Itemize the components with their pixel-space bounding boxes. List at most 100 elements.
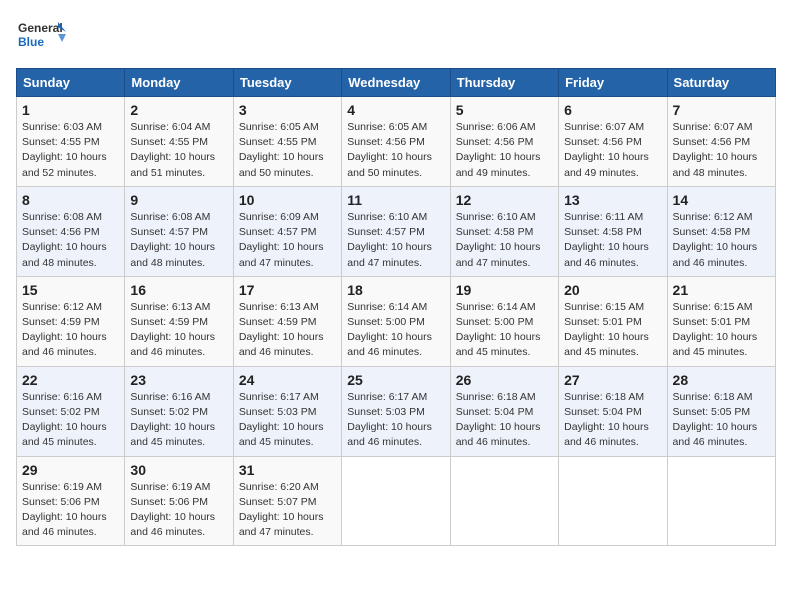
day-detail: Sunrise: 6:12 AMSunset: 4:59 PMDaylight:… <box>22 300 119 361</box>
calendar-cell: 24 Sunrise: 6:17 AMSunset: 5:03 PMDayligh… <box>233 366 341 456</box>
day-detail: Sunrise: 6:18 AMSunset: 5:04 PMDaylight:… <box>456 390 553 451</box>
day-detail: Sunrise: 6:05 AMSunset: 4:56 PMDaylight:… <box>347 120 444 181</box>
day-detail: Sunrise: 6:07 AMSunset: 4:56 PMDaylight:… <box>673 120 770 181</box>
calendar-cell: 9 Sunrise: 6:08 AMSunset: 4:57 PMDaylight… <box>125 186 233 276</box>
day-number: 9 <box>130 192 227 208</box>
calendar-cell: 27 Sunrise: 6:18 AMSunset: 5:04 PMDayligh… <box>559 366 667 456</box>
day-number: 26 <box>456 372 553 388</box>
day-number: 21 <box>673 282 770 298</box>
calendar-cell: 25 Sunrise: 6:17 AMSunset: 5:03 PMDayligh… <box>342 366 450 456</box>
page-header: General Blue <box>16 16 776 60</box>
day-detail: Sunrise: 6:14 AMSunset: 5:00 PMDaylight:… <box>347 300 444 361</box>
calendar-header-thursday: Thursday <box>450 69 558 97</box>
calendar-cell: 28 Sunrise: 6:18 AMSunset: 5:05 PMDayligh… <box>667 366 775 456</box>
day-number: 27 <box>564 372 661 388</box>
day-detail: Sunrise: 6:18 AMSunset: 5:04 PMDaylight:… <box>564 390 661 451</box>
day-number: 30 <box>130 462 227 478</box>
day-detail: Sunrise: 6:10 AMSunset: 4:57 PMDaylight:… <box>347 210 444 271</box>
calendar-cell: 1Sunrise: 6:03 AMSunset: 4:55 PMDaylight… <box>17 97 125 187</box>
day-detail: Sunrise: 6:17 AMSunset: 5:03 PMDaylight:… <box>239 390 336 451</box>
day-detail: Sunrise: 6:05 AMSunset: 4:55 PMDaylight:… <box>239 120 336 181</box>
svg-text:Blue: Blue <box>18 35 44 49</box>
calendar-cell: 23 Sunrise: 6:16 AMSunset: 5:02 PMDayligh… <box>125 366 233 456</box>
day-number: 20 <box>564 282 661 298</box>
calendar-table: SundayMondayTuesdayWednesdayThursdayFrid… <box>16 68 776 546</box>
day-number: 18 <box>347 282 444 298</box>
day-number: 15 <box>22 282 119 298</box>
calendar-week-row: 1Sunrise: 6:03 AMSunset: 4:55 PMDaylight… <box>17 97 776 187</box>
logo: General Blue <box>16 16 66 60</box>
calendar-cell: 29 Sunrise: 6:19 AMSunset: 5:06 PMDayligh… <box>17 456 125 546</box>
day-detail: Sunrise: 6:07 AMSunset: 4:56 PMDaylight:… <box>564 120 661 181</box>
day-detail: Sunrise: 6:08 AMSunset: 4:56 PMDaylight:… <box>22 210 119 271</box>
calendar-cell: 16Sunrise: 6:13 AMSunset: 4:59 PMDayligh… <box>125 276 233 366</box>
day-detail: Sunrise: 6:04 AMSunset: 4:55 PMDaylight:… <box>130 120 227 181</box>
calendar-header-tuesday: Tuesday <box>233 69 341 97</box>
day-number: 29 <box>22 462 119 478</box>
calendar-header-monday: Monday <box>125 69 233 97</box>
calendar-cell: 18 Sunrise: 6:14 AMSunset: 5:00 PMDayligh… <box>342 276 450 366</box>
day-number: 1 <box>22 102 119 118</box>
day-detail: Sunrise: 6:19 AMSunset: 5:06 PMDaylight:… <box>130 480 227 541</box>
calendar-cell: 22Sunrise: 6:16 AMSunset: 5:02 PMDayligh… <box>17 366 125 456</box>
calendar-header-sunday: Sunday <box>17 69 125 97</box>
day-detail: Sunrise: 6:16 AMSunset: 5:02 PMDaylight:… <box>22 390 119 451</box>
calendar-cell <box>667 456 775 546</box>
logo-icon: General Blue <box>16 16 66 60</box>
calendar-week-row: 22Sunrise: 6:16 AMSunset: 5:02 PMDayligh… <box>17 366 776 456</box>
day-number: 28 <box>673 372 770 388</box>
calendar-cell: 4 Sunrise: 6:05 AMSunset: 4:56 PMDaylight… <box>342 97 450 187</box>
day-detail: Sunrise: 6:08 AMSunset: 4:57 PMDaylight:… <box>130 210 227 271</box>
calendar-cell: 8 Sunrise: 6:08 AMSunset: 4:56 PMDaylight… <box>17 186 125 276</box>
day-detail: Sunrise: 6:15 AMSunset: 5:01 PMDaylight:… <box>564 300 661 361</box>
calendar-header-row: SundayMondayTuesdayWednesdayThursdayFrid… <box>17 69 776 97</box>
day-number: 24 <box>239 372 336 388</box>
day-number: 12 <box>456 192 553 208</box>
day-number: 11 <box>347 192 444 208</box>
svg-text:General: General <box>18 21 63 35</box>
calendar-week-row: 8 Sunrise: 6:08 AMSunset: 4:56 PMDaylight… <box>17 186 776 276</box>
calendar-cell: 26 Sunrise: 6:18 AMSunset: 5:04 PMDayligh… <box>450 366 558 456</box>
calendar-cell: 10 Sunrise: 6:09 AMSunset: 4:57 PMDayligh… <box>233 186 341 276</box>
day-detail: Sunrise: 6:12 AMSunset: 4:58 PMDaylight:… <box>673 210 770 271</box>
day-number: 3 <box>239 102 336 118</box>
calendar-cell: 30 Sunrise: 6:19 AMSunset: 5:06 PMDayligh… <box>125 456 233 546</box>
day-number: 14 <box>673 192 770 208</box>
day-number: 25 <box>347 372 444 388</box>
day-number: 17 <box>239 282 336 298</box>
calendar-week-row: 15 Sunrise: 6:12 AMSunset: 4:59 PMDayligh… <box>17 276 776 366</box>
day-detail: Sunrise: 6:14 AMSunset: 5:00 PMDaylight:… <box>456 300 553 361</box>
calendar-cell: 13 Sunrise: 6:11 AMSunset: 4:58 PMDayligh… <box>559 186 667 276</box>
calendar-cell: 19Sunrise: 6:14 AMSunset: 5:00 PMDayligh… <box>450 276 558 366</box>
calendar-cell: 31 Sunrise: 6:20 AMSunset: 5:07 PMDayligh… <box>233 456 341 546</box>
calendar-cell: 2 Sunrise: 6:04 AMSunset: 4:55 PMDaylight… <box>125 97 233 187</box>
calendar-cell: 20 Sunrise: 6:15 AMSunset: 5:01 PMDayligh… <box>559 276 667 366</box>
calendar-cell: 6 Sunrise: 6:07 AMSunset: 4:56 PMDaylight… <box>559 97 667 187</box>
day-number: 23 <box>130 372 227 388</box>
calendar-cell: 5Sunrise: 6:06 AMSunset: 4:56 PMDaylight… <box>450 97 558 187</box>
day-detail: Sunrise: 6:18 AMSunset: 5:05 PMDaylight:… <box>673 390 770 451</box>
day-number: 2 <box>130 102 227 118</box>
calendar-cell <box>450 456 558 546</box>
day-detail: Sunrise: 6:19 AMSunset: 5:06 PMDaylight:… <box>22 480 119 541</box>
calendar-cell: 3 Sunrise: 6:05 AMSunset: 4:55 PMDaylight… <box>233 97 341 187</box>
calendar-cell: 14 Sunrise: 6:12 AMSunset: 4:58 PMDayligh… <box>667 186 775 276</box>
day-detail: Sunrise: 6:16 AMSunset: 5:02 PMDaylight:… <box>130 390 227 451</box>
calendar-cell: 17 Sunrise: 6:13 AMSunset: 4:59 PMDayligh… <box>233 276 341 366</box>
day-detail: Sunrise: 6:15 AMSunset: 5:01 PMDaylight:… <box>673 300 770 361</box>
day-number: 8 <box>22 192 119 208</box>
day-number: 31 <box>239 462 336 478</box>
calendar-cell: 12Sunrise: 6:10 AMSunset: 4:58 PMDayligh… <box>450 186 558 276</box>
day-number: 4 <box>347 102 444 118</box>
calendar-cell <box>559 456 667 546</box>
day-detail: Sunrise: 6:13 AMSunset: 4:59 PMDaylight:… <box>239 300 336 361</box>
day-detail: Sunrise: 6:11 AMSunset: 4:58 PMDaylight:… <box>564 210 661 271</box>
calendar-cell <box>342 456 450 546</box>
day-detail: Sunrise: 6:17 AMSunset: 5:03 PMDaylight:… <box>347 390 444 451</box>
day-detail: Sunrise: 6:20 AMSunset: 5:07 PMDaylight:… <box>239 480 336 541</box>
day-number: 6 <box>564 102 661 118</box>
day-number: 10 <box>239 192 336 208</box>
day-number: 13 <box>564 192 661 208</box>
calendar-cell: 7Sunrise: 6:07 AMSunset: 4:56 PMDaylight… <box>667 97 775 187</box>
day-detail: Sunrise: 6:09 AMSunset: 4:57 PMDaylight:… <box>239 210 336 271</box>
